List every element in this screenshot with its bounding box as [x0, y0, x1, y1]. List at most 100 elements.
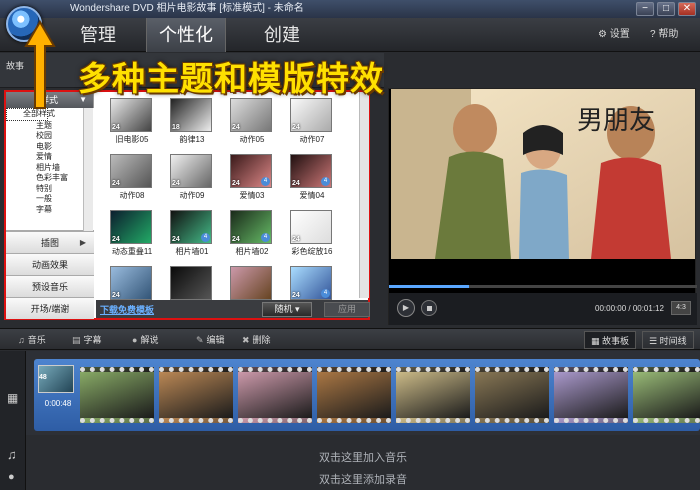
microphone-icon: ●: [132, 335, 138, 345]
storyboard-clip[interactable]: [396, 367, 470, 423]
random-label: 随机: [274, 304, 293, 314]
caption-icon: ▤: [72, 335, 81, 345]
thumbnail-count: 24: [292, 124, 300, 131]
tab-personalize[interactable]: 个性化: [146, 18, 226, 52]
thumbnail-image: 24 4: [290, 154, 332, 188]
thumbnail-image: 24: [230, 98, 272, 132]
minimize-button[interactable]: −: [636, 2, 654, 16]
audio-area[interactable]: 双击这里加入音乐 双击这里添加录音: [26, 437, 700, 490]
category-item[interactable]: 主题: [6, 121, 94, 132]
category-item[interactable]: 特别: [6, 184, 94, 195]
thumbnail-count: 24: [292, 236, 300, 243]
template-thumbnail[interactable]: 24 彩色绽放16: [290, 208, 352, 264]
edit-label: 编辑: [206, 335, 225, 345]
thumbnail-label: 动作09: [179, 191, 205, 200]
close-button[interactable]: ✕: [678, 2, 696, 16]
category-item[interactable]: 电影: [6, 142, 94, 153]
template-thumbnail[interactable]: 24 动作09: [170, 152, 232, 208]
apply-button[interactable]: 应用: [324, 302, 370, 317]
storyboard-clip[interactable]: [238, 367, 312, 423]
template-thumbnail[interactable]: 24 动作08: [110, 152, 172, 208]
template-thumbnail[interactable]: 24 4 相片墙02: [230, 208, 292, 264]
narration-label: 解说: [140, 335, 159, 345]
storyboard-clip[interactable]: [633, 367, 700, 423]
time-readout: 00:00:00 / 00:01:12: [595, 304, 664, 313]
clip-first[interactable]: 48 0:00:48: [38, 365, 78, 421]
category-item[interactable]: 校园: [6, 131, 94, 142]
download-templates-link[interactable]: 下载免费模板: [100, 303, 154, 316]
side-button-illustration[interactable]: 插图 ▶: [6, 231, 94, 253]
thumbnail-count: 24: [292, 292, 300, 299]
thumbnail-count: 24: [232, 124, 240, 131]
side-button-label: 插图: [40, 238, 59, 248]
template-grid: 24 旧电影05 18 韵律13 24 动作05 24 动作07 24 动作08 24 动作09 24 4…: [96, 92, 368, 302]
category-item[interactable]: 色彩丰富: [6, 173, 94, 184]
thumbnail-image: [230, 266, 272, 300]
thumbnail-label: 动作07: [299, 135, 325, 144]
caption-label: 字幕: [83, 335, 102, 345]
template-thumbnail[interactable]: 24 动态重叠11: [110, 208, 172, 264]
panel-splitter[interactable]: [375, 90, 385, 326]
category-item[interactable]: 爱情: [6, 152, 94, 163]
template-thumbnail[interactable]: 18 韵律13: [170, 96, 232, 152]
random-button[interactable]: 随机 ▾: [262, 302, 312, 317]
timeline-view-button[interactable]: ☰ 时间线: [642, 331, 694, 349]
player-controls: ▶ 00:00:00 / 00:01:12 4:3: [389, 293, 697, 325]
template-thumbnail[interactable]: 24 旧电影05: [110, 96, 172, 152]
template-thumbnail[interactable]: 24 4 爱情04: [290, 152, 352, 208]
progress-fill: [389, 285, 470, 288]
caption-button[interactable]: ▤ 字幕: [72, 329, 102, 351]
template-thumbnail[interactable]: 24 4 爱情03: [230, 152, 292, 208]
template-thumbnail[interactable]: 24 动作05: [230, 96, 292, 152]
delete-icon: ✖: [242, 335, 250, 345]
storyboard-view-button[interactable]: ▦ 故事板: [584, 331, 637, 349]
music-note-icon: ♫: [7, 447, 17, 462]
music-drop-hint[interactable]: 双击这里加入音乐: [26, 449, 700, 465]
maximize-button[interactable]: □: [657, 2, 675, 16]
stop-button[interactable]: [421, 300, 437, 316]
thumbnail-image: 24: [110, 98, 152, 132]
thumbnail-image: 24: [170, 154, 212, 188]
template-footer: 下载免费模板 随机 ▾ 应用: [96, 300, 370, 318]
edit-button[interactable]: ✎ 编辑: [196, 329, 225, 351]
settings-button[interactable]: ⚙ 设置: [598, 18, 630, 52]
storyboard-clip[interactable]: [80, 367, 154, 423]
category-scrollbar[interactable]: [83, 108, 93, 231]
side-button-music[interactable]: 预设音乐: [6, 275, 94, 297]
window-controls: − □ ✕: [636, 2, 696, 16]
narration-button[interactable]: ● 解说: [132, 329, 158, 351]
tab-create[interactable]: 创建: [242, 18, 322, 52]
thumbnail-label: 相片墙02: [235, 247, 269, 256]
category-item[interactable]: 相片墙: [6, 163, 94, 174]
grid-scrollbar[interactable]: [359, 92, 369, 298]
category-item[interactable]: 一般: [6, 194, 94, 205]
tab-manage[interactable]: 管理: [58, 18, 138, 52]
preview-progress[interactable]: [389, 285, 697, 288]
template-thumbnail[interactable]: 24 4 相片墙01: [170, 208, 232, 264]
preview-panel: 男朋友 ▶ 00:00:00 / 00:01:12 4:3: [388, 88, 697, 325]
delete-button[interactable]: ✖ 删除: [242, 329, 271, 351]
help-button[interactable]: ? 帮助: [650, 18, 678, 52]
aspect-ratio-button[interactable]: 4:3: [671, 301, 691, 315]
storyboard-clip[interactable]: [159, 367, 233, 423]
category-item[interactable]: 字幕: [6, 205, 94, 216]
settings-label: 设置: [609, 29, 630, 40]
side-button-credits[interactable]: 开场/端谢: [6, 297, 94, 319]
storyboard-clip[interactable]: [475, 367, 549, 423]
record-drop-hint[interactable]: 双击这里添加录音: [26, 471, 700, 487]
microphone-icon: ●: [8, 471, 15, 483]
storyboard-clip[interactable]: [554, 367, 628, 423]
time-total: 00:01:12: [632, 304, 664, 313]
music-button[interactable]: ♫ 音乐: [18, 329, 46, 351]
thumbnail-count: 18: [172, 124, 180, 131]
help-label: 帮助: [658, 29, 679, 40]
storyboard-clip[interactable]: [317, 367, 391, 423]
template-thumbnail[interactable]: 24 动作07: [290, 96, 352, 152]
play-button[interactable]: ▶: [397, 299, 415, 317]
arrow-icon: [24, 20, 56, 109]
premium-badge-icon: 4: [321, 289, 330, 298]
poster-text: 男朋友: [577, 106, 655, 136]
title-bar: Wondershare DVD 相片电影故事 [标准模式] - 未命名 − □ …: [0, 0, 700, 18]
music-note-icon: ♫: [18, 335, 25, 345]
side-button-animation[interactable]: 动画效果: [6, 253, 94, 275]
